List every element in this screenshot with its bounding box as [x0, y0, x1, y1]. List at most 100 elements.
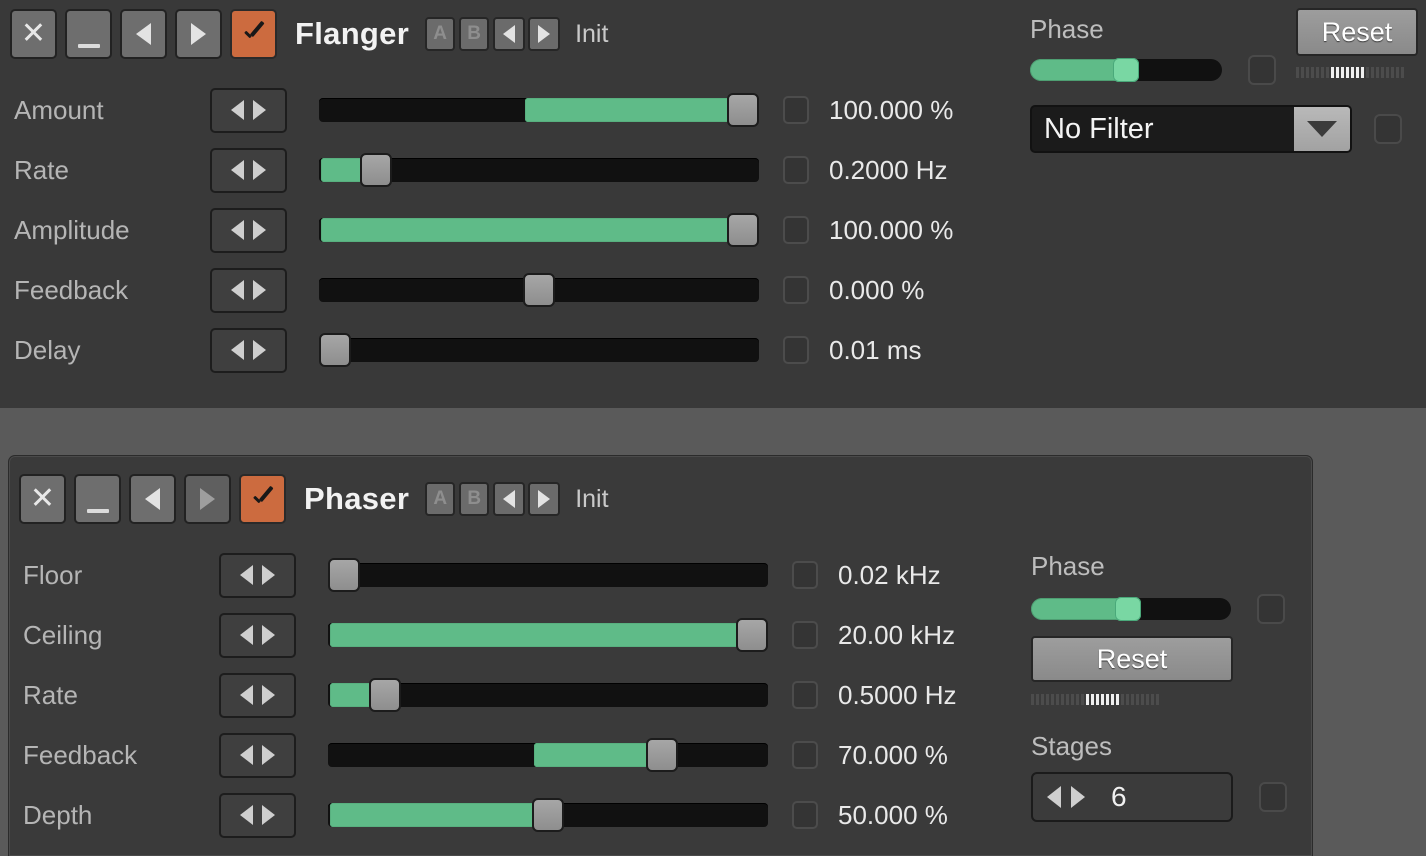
chevron-right-icon[interactable]: [253, 100, 266, 120]
chevron-left-icon[interactable]: [240, 565, 253, 585]
parameter-stepper[interactable]: [219, 612, 296, 658]
chevron-left-icon[interactable]: [231, 100, 244, 120]
flanger-prev-button[interactable]: [120, 9, 167, 59]
chevron-right-icon[interactable]: [253, 280, 266, 300]
phaser-next-button[interactable]: [184, 474, 231, 524]
parameter-checkbox[interactable]: [792, 741, 818, 769]
phaser-stages-stepper[interactable]: 6: [1031, 772, 1233, 822]
flanger-filter-dropdown[interactable]: No Filter: [1030, 105, 1352, 153]
parameter-slider[interactable]: [319, 153, 759, 187]
chevron-right-icon[interactable]: [262, 745, 275, 765]
parameter-label: Feedback: [23, 739, 138, 770]
chevron-left-icon: [136, 23, 151, 45]
parameter-stepper[interactable]: [210, 207, 287, 253]
parameter-checkbox[interactable]: [792, 801, 818, 829]
parameter-slider[interactable]: [328, 618, 768, 652]
parameter-slider[interactable]: [328, 678, 768, 712]
chevron-right-icon[interactable]: [262, 685, 275, 705]
parameter-slider[interactable]: [319, 93, 759, 127]
phaser-preset-b-button[interactable]: B: [459, 482, 490, 516]
phaser-prev-button[interactable]: [129, 474, 176, 524]
chevron-left-icon[interactable]: [1047, 786, 1061, 808]
chevron-left-icon[interactable]: [231, 280, 244, 300]
phaser-enable-toggle[interactable]: [239, 474, 286, 524]
flanger-enable-toggle[interactable]: [230, 9, 277, 59]
chevron-left-icon[interactable]: [240, 685, 253, 705]
slider-knob[interactable]: [359, 153, 392, 187]
flanger-minimize-button[interactable]: [65, 9, 112, 59]
slider-knob[interactable]: [523, 273, 555, 307]
flanger-preset-next-button[interactable]: [528, 17, 561, 51]
chevron-left-icon[interactable]: [240, 805, 253, 825]
parameter-checkbox[interactable]: [783, 156, 809, 184]
chevron-left-icon[interactable]: [240, 745, 253, 765]
parameter-slider[interactable]: [328, 798, 768, 832]
slider-knob[interactable]: [368, 678, 401, 712]
parameter-stepper[interactable]: [210, 267, 287, 313]
stages-arrows[interactable]: [1033, 786, 1099, 808]
parameter-stepper[interactable]: [219, 672, 296, 718]
slider-knob[interactable]: [319, 333, 351, 367]
tick-mark: [1126, 694, 1129, 705]
chevron-right-icon[interactable]: [253, 340, 266, 360]
chevron-left-icon[interactable]: [231, 220, 244, 240]
tick-mark: [1351, 67, 1354, 78]
parameter-stepper[interactable]: [210, 147, 287, 193]
phaser-preset-prev-button[interactable]: [493, 482, 526, 516]
phaser-phase-checkbox[interactable]: [1257, 594, 1285, 624]
slider-knob[interactable]: [727, 93, 759, 127]
slider-knob[interactable]: [328, 558, 360, 592]
slider-track: [328, 563, 768, 587]
parameter-stepper[interactable]: [210, 327, 287, 373]
chevron-left-icon[interactable]: [231, 160, 244, 180]
chevron-left-icon[interactable]: [231, 340, 244, 360]
parameter-checkbox[interactable]: [783, 336, 809, 364]
chevron-right-icon[interactable]: [262, 565, 275, 585]
phaser-stages-checkbox[interactable]: [1259, 782, 1287, 812]
chevron-right-icon[interactable]: [262, 805, 275, 825]
phaser-minimize-button[interactable]: [74, 474, 121, 524]
parameter-stepper[interactable]: [210, 87, 287, 133]
slider-knob[interactable]: [532, 798, 564, 832]
chevron-left-icon[interactable]: [240, 625, 253, 645]
chevron-right-icon[interactable]: [253, 160, 266, 180]
parameter-checkbox[interactable]: [792, 561, 818, 589]
phaser-close-button[interactable]: ✕: [19, 474, 66, 524]
phaser-preset-next-button[interactable]: [528, 482, 561, 516]
parameter-stepper[interactable]: [219, 732, 296, 778]
slider-knob[interactable]: [727, 213, 759, 247]
phaser-panel: ✕ Phaser A B Init Floor 0.02 kHz Ceiling…: [8, 455, 1313, 856]
parameter-slider[interactable]: [319, 273, 759, 307]
parameter-checkbox[interactable]: [783, 276, 809, 304]
parameter-stepper[interactable]: [219, 792, 296, 838]
slider-knob[interactable]: [646, 738, 679, 772]
parameter-checkbox[interactable]: [792, 621, 818, 649]
flanger-next-button[interactable]: [175, 9, 222, 59]
parameter-slider[interactable]: [319, 213, 759, 247]
parameter-stepper[interactable]: [219, 552, 296, 598]
chevron-right-icon[interactable]: [262, 625, 275, 645]
chevron-down-icon[interactable]: [1294, 107, 1350, 151]
flanger-preset-b-button[interactable]: B: [459, 17, 490, 51]
parameter-slider[interactable]: [319, 333, 759, 367]
phaser-preset-a-button[interactable]: A: [425, 482, 456, 516]
chevron-right-icon[interactable]: [1071, 786, 1085, 808]
flanger-preset-a-button[interactable]: A: [425, 17, 456, 51]
slider-knob[interactable]: [1113, 58, 1139, 82]
parameter-slider[interactable]: [328, 558, 768, 592]
flanger-phase-checkbox[interactable]: [1248, 55, 1276, 85]
slider-knob[interactable]: [736, 618, 768, 652]
flanger-phase-slider[interactable]: [1030, 58, 1222, 82]
flanger-filter-checkbox[interactable]: [1374, 114, 1402, 144]
phaser-phase-slider[interactable]: [1031, 597, 1231, 621]
phaser-reset-button[interactable]: Reset: [1031, 636, 1233, 682]
parameter-slider[interactable]: [328, 738, 768, 772]
chevron-right-icon[interactable]: [253, 220, 266, 240]
flanger-close-button[interactable]: ✕: [10, 9, 57, 59]
parameter-checkbox[interactable]: [783, 96, 809, 124]
parameter-checkbox[interactable]: [792, 681, 818, 709]
flanger-reset-button[interactable]: Reset: [1296, 8, 1418, 56]
flanger-preset-prev-button[interactable]: [493, 17, 526, 51]
slider-knob[interactable]: [1114, 597, 1141, 621]
parameter-checkbox[interactable]: [783, 216, 809, 244]
